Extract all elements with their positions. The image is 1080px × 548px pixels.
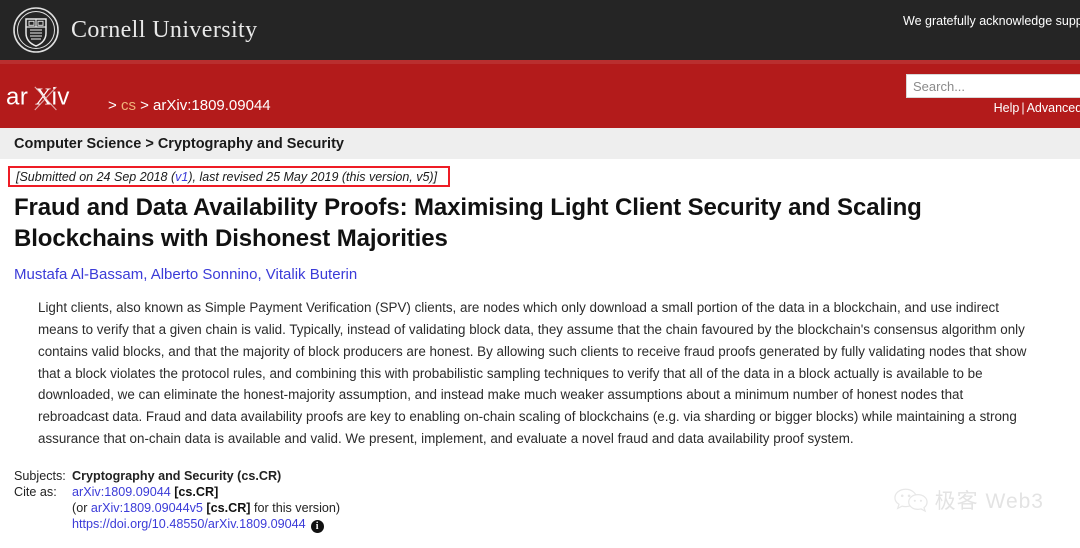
breadcrumb-separator-2: > bbox=[140, 97, 149, 114]
breadcrumb-item-identifier: arXiv:1809.09044 bbox=[153, 97, 271, 114]
acknowledgement-text: We gratefully acknowledge suppo bbox=[903, 14, 1080, 28]
version-prefix-text: (or bbox=[72, 501, 91, 516]
cite-as-label: Cite as: bbox=[14, 485, 57, 500]
subjects-value: Cryptography and Security (cs.CR) bbox=[72, 469, 282, 484]
arxiv-logo-icon[interactable]: ar iv X bbox=[6, 80, 102, 114]
version-arxiv-id-link[interactable]: arXiv:1809.09044v5 bbox=[91, 501, 203, 515]
cornell-header-bar: Cornell University We gratefully acknowl… bbox=[0, 0, 1080, 60]
search-help-links: Help|Advanced S bbox=[906, 101, 1080, 115]
submitted-prefix: [Submitted on 24 Sep 2018 ( bbox=[16, 169, 176, 184]
search-input[interactable] bbox=[906, 74, 1080, 98]
submitted-suffix: ), last revised 25 May 2019 (this versio… bbox=[188, 169, 438, 184]
submitted-date-highlight-box: [Submitted on 24 Sep 2018 (v1), last rev… bbox=[8, 166, 450, 187]
subjects-label: Subjects: bbox=[14, 469, 66, 484]
version-suffix-text: for this version) bbox=[250, 501, 341, 516]
link-separator: | bbox=[1021, 101, 1025, 115]
cite-as-value: arXiv:1809.09044 [cs.CR] bbox=[72, 485, 218, 499]
subject-breadcrumb-text: Computer Science > Cryptography and Secu… bbox=[14, 135, 344, 152]
cornell-university-label: Cornell University bbox=[71, 16, 258, 43]
cite-arxiv-id-link[interactable]: arXiv:1809.09044 bbox=[72, 485, 171, 499]
arxiv-header-bar: ar iv X > cs > arXiv:1809.09044 Help|Adv… bbox=[0, 60, 1080, 128]
svg-text:ar: ar bbox=[6, 84, 28, 111]
svg-text:iv: iv bbox=[52, 84, 70, 111]
page-title: Fraud and Data Availability Proofs: Maxi… bbox=[14, 194, 922, 252]
submitted-date-line: [Submitted on 24 Sep 2018 (v1), last rev… bbox=[16, 170, 437, 184]
arxiv-logo-breadcrumb-group: ar iv X > cs > arXiv:1809.09044 bbox=[6, 80, 271, 118]
breadcrumb-item-cs[interactable]: cs bbox=[121, 97, 136, 114]
info-circle-icon[interactable]: i bbox=[310, 520, 324, 534]
version-v1-link[interactable]: v1 bbox=[175, 170, 188, 184]
advanced-search-link[interactable]: Advanced S bbox=[1027, 101, 1080, 115]
help-link[interactable]: Help bbox=[994, 101, 1020, 115]
paper-content: [Submitted on 24 Sep 2018 (v1), last rev… bbox=[0, 166, 1080, 534]
subject-breadcrumb-band: Computer Science > Cryptography and Secu… bbox=[0, 128, 1080, 159]
doi-link[interactable]: https://doi.org/10.48550/arXiv.1809.0904… bbox=[72, 517, 306, 531]
search-area: Help|Advanced S bbox=[906, 74, 1080, 115]
metadata-row-doi: https://doi.org/10.48550/arXiv.1809.0904… bbox=[72, 517, 1080, 534]
paper-metadata: Subjects: Cryptography and Security (cs.… bbox=[14, 469, 1080, 534]
breadcrumb-separator-1: > bbox=[108, 97, 117, 114]
metadata-row-cite-as: Cite as: arXiv:1809.09044 [cs.CR] bbox=[14, 485, 1080, 499]
metadata-row-subjects: Subjects: Cryptography and Security (cs.… bbox=[14, 469, 1080, 483]
cornell-brand-link[interactable]: Cornell University bbox=[12, 6, 258, 54]
cite-category-tag: [cs.CR] bbox=[174, 485, 219, 500]
abstract-text: Light clients, also known as Simple Paym… bbox=[38, 300, 1027, 446]
version-category-tag: [cs.CR] bbox=[206, 501, 251, 516]
breadcrumb: > cs > arXiv:1809.09044 bbox=[108, 97, 271, 114]
author-list[interactable]: Mustafa Al-Bassam, Alberto Sonnino, Vita… bbox=[14, 266, 1066, 283]
cornell-shield-seal-icon bbox=[13, 7, 59, 53]
metadata-row-version: (or arXiv:1809.09044v5 [cs.CR] for this … bbox=[72, 501, 1080, 515]
